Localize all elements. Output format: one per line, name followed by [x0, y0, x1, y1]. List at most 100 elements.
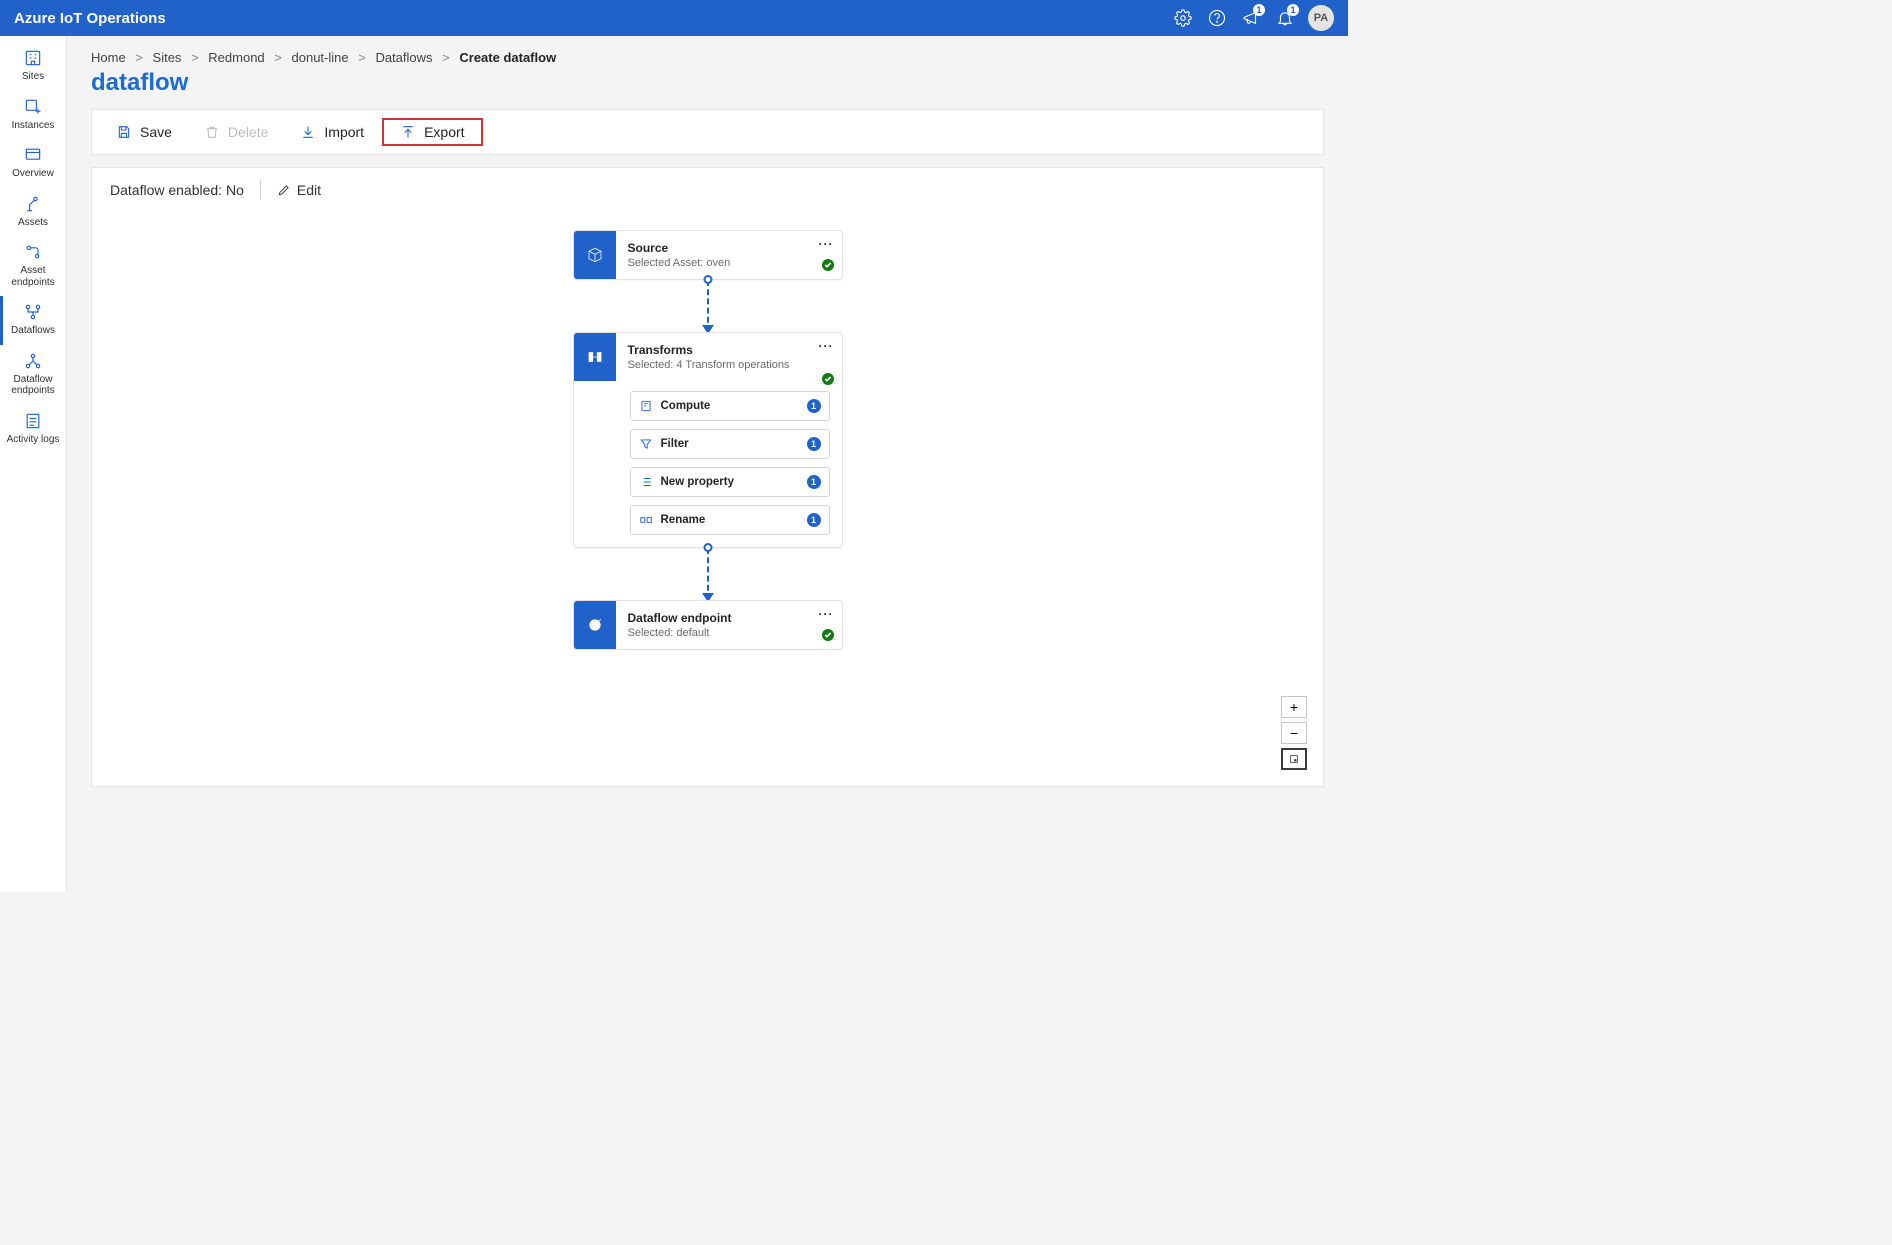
node-source-subtitle: Selected Asset: oven — [628, 257, 830, 269]
node-endpoint-subtitle: Selected: default — [628, 627, 830, 639]
save-label: Save — [140, 124, 172, 140]
feedback-button[interactable]: 1 — [1234, 1, 1268, 35]
pencil-icon — [277, 183, 291, 197]
cube-plus-icon — [23, 97, 43, 117]
op-label: Compute — [661, 400, 799, 412]
node-endpoint-content: Dataflow endpoint Selected: default — [616, 601, 842, 649]
breadcrumb-item[interactable]: Redmond — [208, 50, 264, 65]
sidebar-item-label: Instances — [12, 120, 55, 132]
connector-dot — [703, 543, 712, 552]
op-label: Filter — [661, 438, 799, 450]
op-new-property[interactable]: New property 1 — [630, 467, 830, 497]
app-title: Azure IoT Operations — [14, 10, 166, 27]
import-button[interactable]: Import — [286, 118, 378, 146]
node-source-icon-col — [574, 231, 616, 279]
feedback-badge: 1 — [1253, 4, 1265, 16]
node-endpoint-icon-col — [574, 601, 616, 649]
op-label: Rename — [661, 514, 799, 526]
app-header: Azure IoT Operations 1 1 PA — [0, 0, 1348, 36]
sidebar-item-activity-logs[interactable]: Activity logs — [0, 405, 66, 454]
trash-icon — [204, 124, 220, 140]
divider — [260, 180, 261, 200]
import-icon — [300, 124, 316, 140]
op-count-badge: 1 — [807, 475, 821, 489]
main-content: Home > Sites > Redmond > donut-line > Da… — [67, 36, 1348, 892]
breadcrumb-item[interactable]: Home — [91, 50, 126, 65]
zoom-controls: + − — [1281, 696, 1307, 770]
sidebar-item-label: Overview — [12, 168, 54, 180]
node-source-more[interactable]: ··· — [819, 237, 834, 251]
dataflow-canvas: Dataflow enabled: No Edit Source Selecte… — [91, 167, 1324, 787]
breadcrumb-item[interactable]: Dataflows — [375, 50, 432, 65]
enabled-bar: Dataflow enabled: No Edit — [92, 168, 1323, 212]
help-icon — [1208, 9, 1226, 27]
page-title: dataflow — [67, 65, 1348, 109]
sidebar-item-dataflow-endpoints[interactable]: Dataflow endpoints — [0, 345, 66, 405]
edit-label: Edit — [297, 182, 321, 198]
breadcrumb-sep: > — [358, 50, 366, 65]
node-endpoint[interactable]: Dataflow endpoint Selected: default ··· — [573, 600, 843, 650]
edit-button[interactable]: Edit — [277, 182, 321, 198]
zoom-fit-button[interactable] — [1281, 748, 1307, 770]
sidebar-item-label: Dataflow endpoints — [3, 374, 63, 397]
sidebar-item-label: Assets — [18, 217, 48, 229]
node-source-title: Source — [628, 241, 830, 255]
avatar[interactable]: PA — [1308, 5, 1334, 31]
export-button[interactable]: Export — [382, 118, 482, 146]
breadcrumb-item-current: Create dataflow — [459, 50, 556, 65]
flow-icon — [23, 302, 43, 322]
breadcrumb-sep: > — [135, 50, 143, 65]
sidebar-item-sites[interactable]: Sites — [0, 42, 66, 91]
sidebar-item-overview[interactable]: Overview — [0, 139, 66, 188]
notification-badge: 1 — [1287, 4, 1299, 16]
op-count-badge: 1 — [807, 399, 821, 413]
op-filter[interactable]: Filter 1 — [630, 429, 830, 459]
rename-icon — [639, 513, 653, 527]
gear-icon — [1174, 9, 1192, 27]
flow-endpoint-icon — [23, 351, 43, 371]
settings-button[interactable] — [1166, 1, 1200, 35]
op-compute[interactable]: Compute 1 — [630, 391, 830, 421]
sidebar-item-label: Dataflows — [11, 325, 55, 337]
breadcrumb-item[interactable]: Sites — [153, 50, 182, 65]
connector — [707, 548, 709, 600]
save-button[interactable]: Save — [102, 118, 186, 146]
zoom-out-button[interactable]: − — [1281, 722, 1307, 744]
delete-button: Delete — [190, 118, 282, 146]
node-source-content: Source Selected Asset: oven — [616, 231, 842, 279]
save-icon — [116, 124, 132, 140]
breadcrumb-item[interactable]: donut-line — [292, 50, 349, 65]
help-button[interactable] — [1200, 1, 1234, 35]
transform-icon — [586, 348, 604, 366]
connector — [707, 280, 709, 332]
sidebar-item-asset-endpoints[interactable]: Asset endpoints — [0, 236, 66, 296]
sidebar: Sites Instances Overview Assets Asset en… — [0, 36, 67, 892]
sidebar-item-instances[interactable]: Instances — [0, 91, 66, 140]
notifications-button[interactable]: 1 — [1268, 1, 1302, 35]
node-transforms-subtitle: Selected: 4 Transform operations — [628, 359, 830, 371]
status-ok-icon — [822, 259, 834, 271]
node-transforms-more[interactable]: ··· — [819, 339, 834, 353]
filter-icon — [639, 437, 653, 451]
node-endpoint-more[interactable]: ··· — [819, 607, 834, 621]
zoom-in-button[interactable]: + — [1281, 696, 1307, 718]
op-rename[interactable]: Rename 1 — [630, 505, 830, 535]
node-transforms-content: Transforms Selected: 4 Transform operati… — [616, 333, 842, 381]
sidebar-item-label: Sites — [22, 71, 44, 83]
enabled-text: Dataflow enabled: No — [110, 182, 244, 198]
op-count-badge: 1 — [807, 437, 821, 451]
export-icon — [400, 124, 416, 140]
node-transforms-icon-col — [574, 333, 616, 381]
node-transforms-title: Transforms — [628, 343, 830, 357]
node-transforms[interactable]: Transforms Selected: 4 Transform operati… — [573, 332, 843, 548]
sidebar-item-assets[interactable]: Assets — [0, 188, 66, 237]
node-source[interactable]: Source Selected Asset: oven ··· — [573, 230, 843, 280]
sidebar-item-dataflows[interactable]: Dataflows — [0, 296, 66, 345]
building-icon — [23, 48, 43, 68]
op-count-badge: 1 — [807, 513, 821, 527]
breadcrumb-sep: > — [191, 50, 199, 65]
toolbar: Save Delete Import Export — [92, 110, 1323, 154]
op-label: New property — [661, 476, 799, 488]
compute-icon — [639, 399, 653, 413]
transforms-ops-list: Compute 1 Filter 1 New property 1 — [574, 381, 842, 547]
